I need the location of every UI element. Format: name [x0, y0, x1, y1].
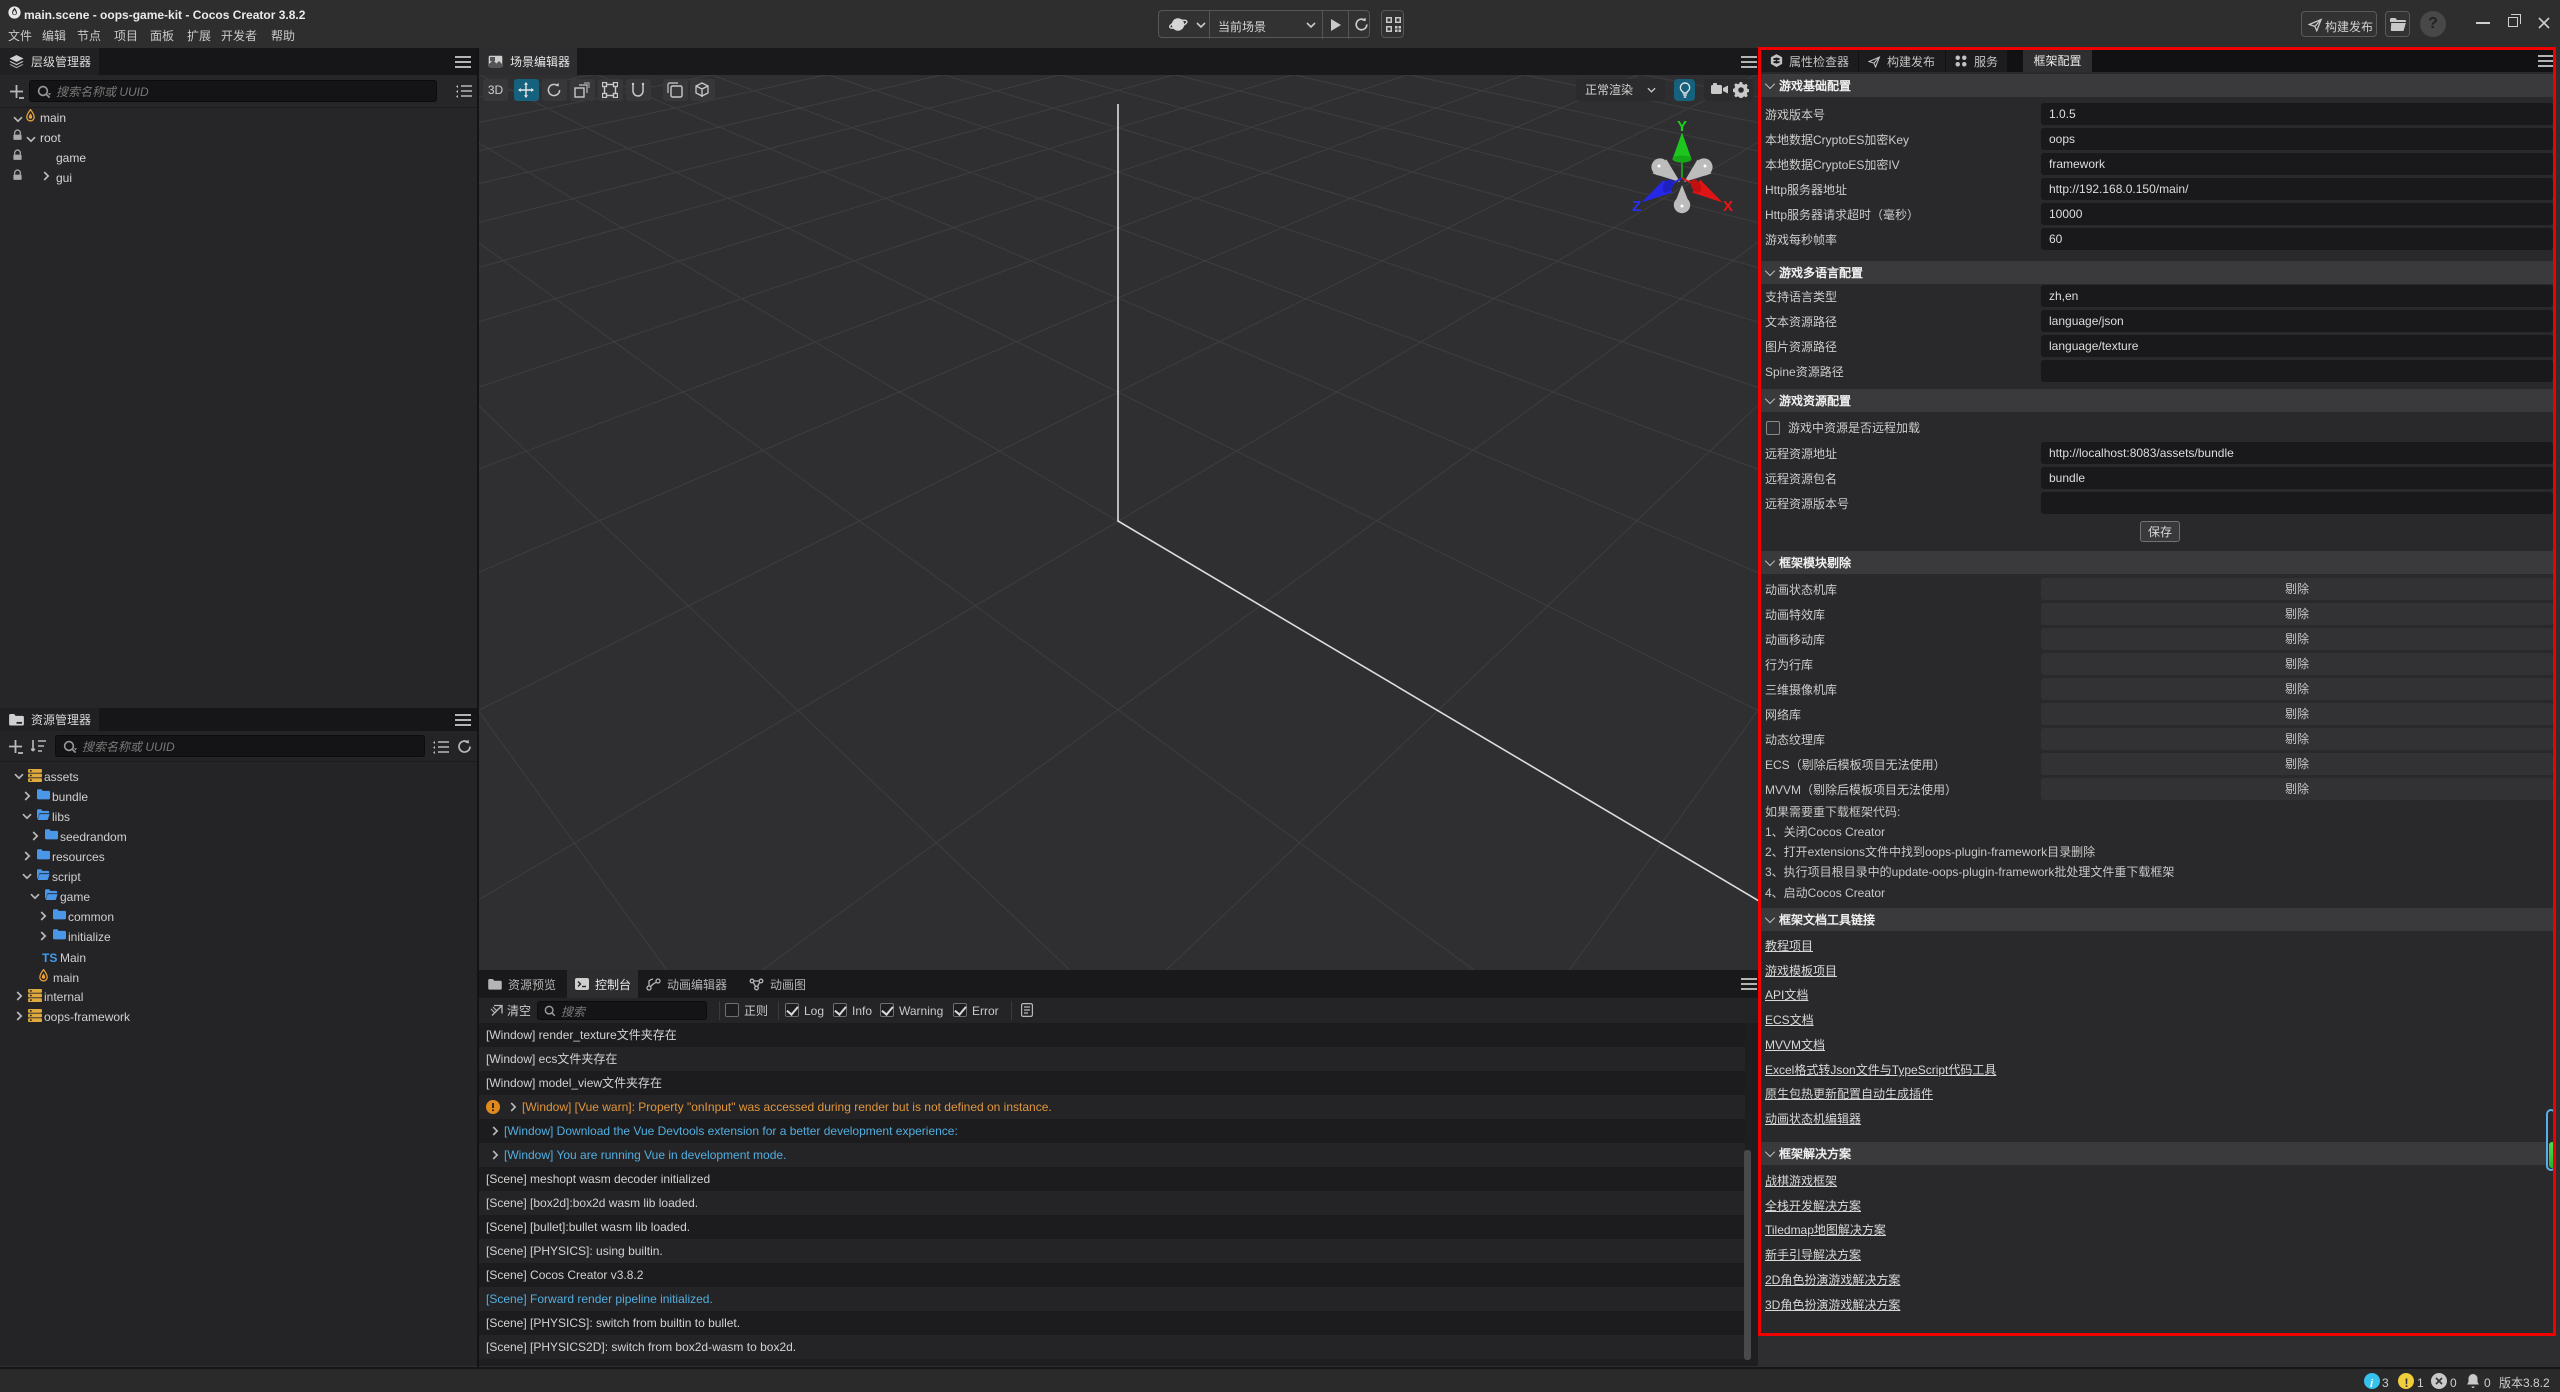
- svg-text:Y: Y: [1677, 118, 1687, 135]
- svg-text:Z: Z: [1632, 198, 1641, 215]
- svg-text:X: X: [1723, 198, 1733, 215]
